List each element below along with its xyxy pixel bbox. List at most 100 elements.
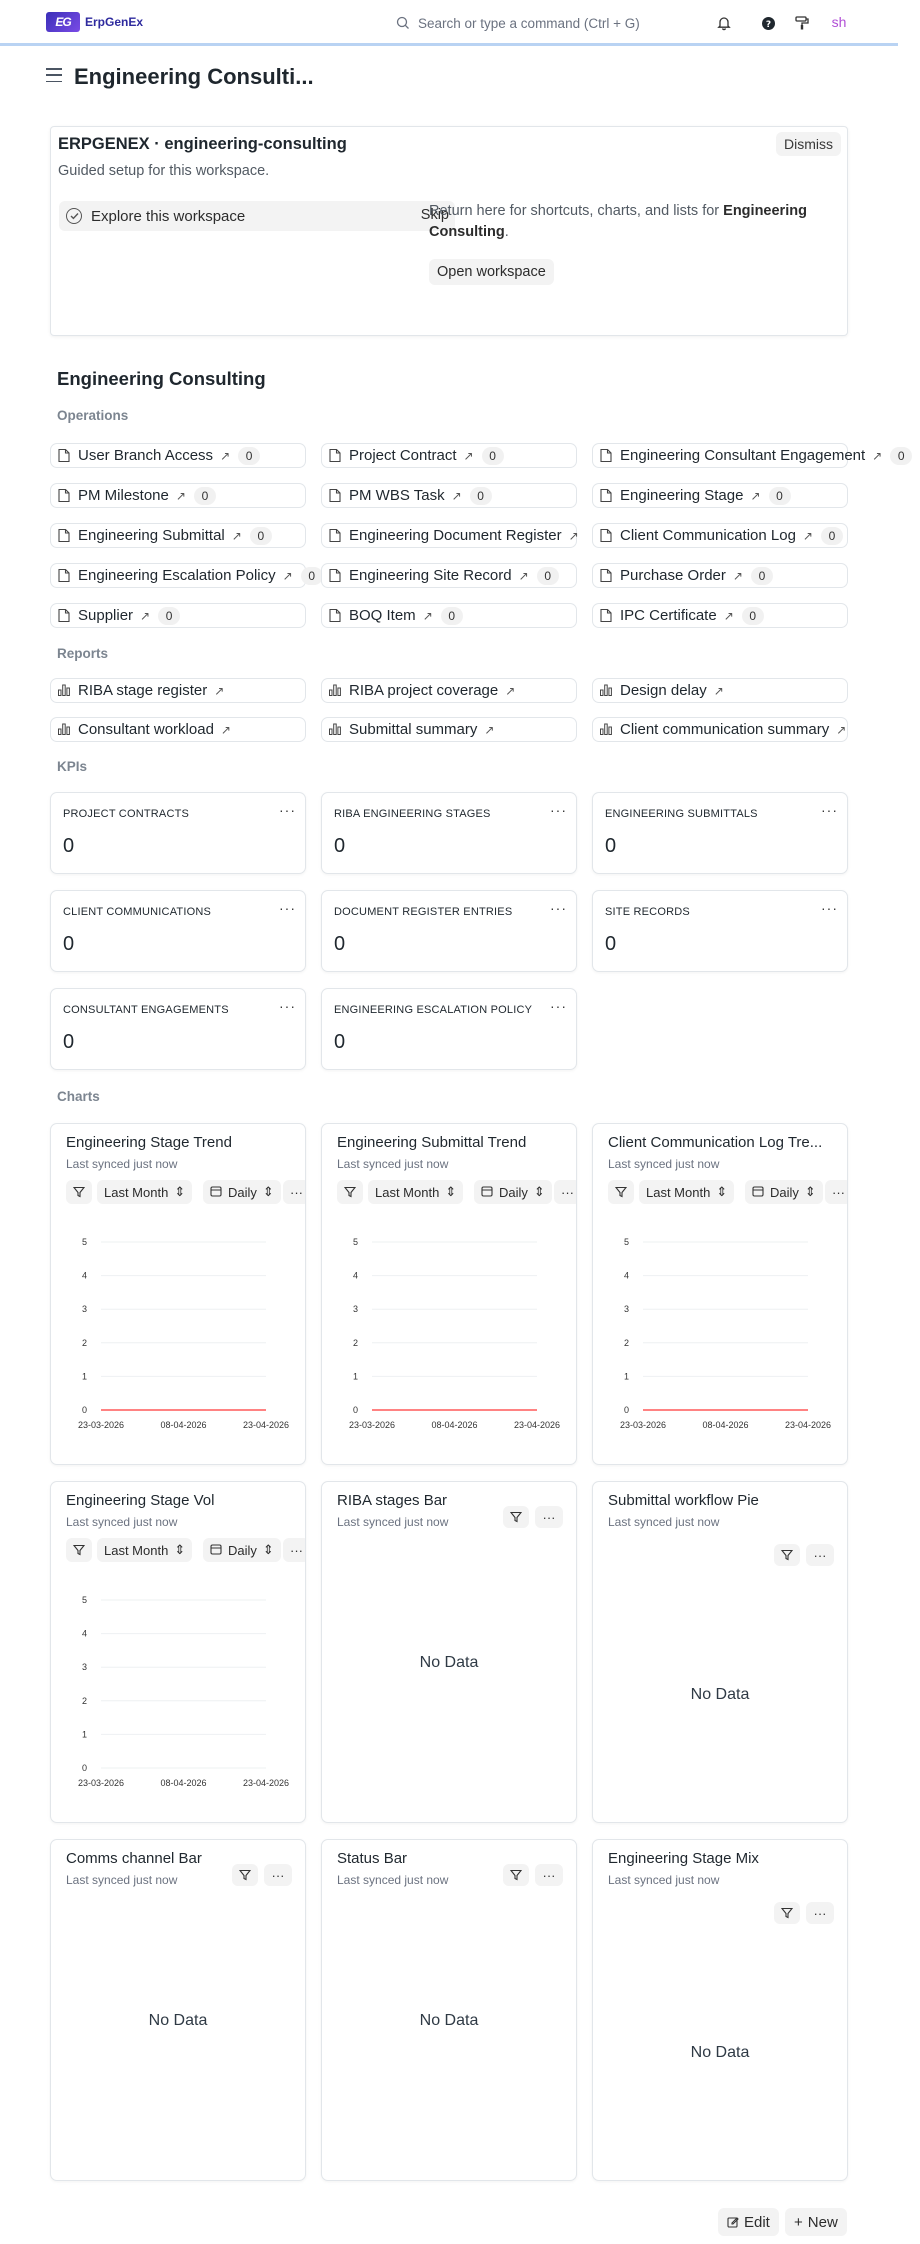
shortcut-item[interactable]: IPC Certificate ↗ 0 bbox=[592, 603, 848, 628]
paint-roller-icon[interactable] bbox=[791, 12, 813, 34]
arrow-up-right-icon: ↗ bbox=[568, 528, 579, 543]
period-select[interactable]: Last Month ⇕ bbox=[97, 1538, 193, 1562]
sidebar-toggle-icon[interactable] bbox=[46, 68, 62, 82]
shortcut-item[interactable]: BOQ Item ↗ 0 bbox=[321, 603, 577, 628]
more-menu-button[interactable]: ··· bbox=[535, 1506, 563, 1528]
navbar: EG ErpGenEx Search or type a command (Ct… bbox=[0, 0, 898, 46]
y-tick-label: 4 bbox=[353, 1271, 358, 1281]
shortcut-item[interactable]: PM WBS Task ↗ 0 bbox=[321, 483, 577, 508]
filter-button[interactable] bbox=[774, 1544, 800, 1566]
x-tick-label: 08-04-2026 bbox=[431, 1420, 477, 1430]
more-menu-button[interactable]: ··· bbox=[535, 1864, 563, 1886]
report-item[interactable]: RIBA stage register ↗ bbox=[50, 678, 306, 703]
report-item[interactable]: RIBA project coverage ↗ bbox=[321, 678, 577, 703]
more-menu-button[interactable]: ··· bbox=[283, 1538, 305, 1562]
sort-arrows-icon: ⇕ bbox=[445, 1184, 457, 1199]
bar-chart-icon bbox=[328, 683, 342, 698]
more-menu-button[interactable]: ··· bbox=[554, 1180, 576, 1204]
filter-button[interactable] bbox=[503, 1506, 529, 1528]
calendar-icon bbox=[752, 1185, 764, 1200]
shortcut-item[interactable]: Engineering Stage ↗ 0 bbox=[592, 483, 848, 508]
report-item[interactable]: Client communication summary ↗ bbox=[592, 717, 848, 742]
kpi-label: SITE RECORDS bbox=[605, 906, 690, 918]
filter-icon bbox=[510, 1511, 522, 1523]
document-icon bbox=[57, 568, 71, 583]
interval-select[interactable]: Daily ⇕ bbox=[745, 1180, 823, 1204]
app-logo[interactable]: EG ErpGenEx bbox=[46, 12, 143, 32]
sort-arrows-icon: ⇕ bbox=[262, 1184, 274, 1199]
chart-card: Engineering Stage Vol Last synced just no… bbox=[50, 1481, 306, 1823]
chart-title: Comms channel Bar bbox=[66, 1850, 202, 1867]
period-select[interactable]: Last Month ⇕ bbox=[368, 1180, 464, 1204]
interval-select-value: Daily bbox=[228, 1184, 257, 1200]
dismiss-button[interactable]: Dismiss bbox=[776, 132, 841, 156]
more-menu-icon[interactable]: ··· bbox=[279, 998, 296, 1014]
onboarding-step[interactable]: Explore this workspace Skip bbox=[59, 201, 455, 231]
no-data-message: No Data bbox=[419, 2012, 479, 2029]
filter-button[interactable] bbox=[337, 1180, 363, 1204]
period-select[interactable]: Last Month ⇕ bbox=[639, 1180, 735, 1204]
report-label: RIBA stage register bbox=[78, 682, 208, 699]
shortcut-item[interactable]: Engineering Site Record ↗ 0 bbox=[321, 563, 577, 588]
more-menu-icon[interactable]: ··· bbox=[821, 802, 838, 818]
y-tick-label: 5 bbox=[353, 1237, 358, 1247]
filter-button[interactable] bbox=[66, 1180, 92, 1204]
line-chart-plot: 0 1 2 3 4 5 23-03-2026 08-04-2026 23-04-2026 bbox=[349, 1237, 560, 1430]
more-menu-button[interactable]: ··· bbox=[806, 1902, 834, 1924]
filter-button[interactable] bbox=[232, 1864, 258, 1886]
filter-button[interactable] bbox=[503, 1864, 529, 1886]
filter-icon bbox=[73, 1544, 85, 1556]
shortcut-item[interactable]: Client Communication Log ↗ 0 bbox=[592, 523, 848, 548]
filter-button[interactable] bbox=[66, 1538, 92, 1562]
shortcut-item[interactable]: PM Milestone ↗ 0 bbox=[50, 483, 306, 508]
more-menu-icon[interactable]: ··· bbox=[279, 900, 296, 916]
kpis-label: KPIs bbox=[57, 759, 88, 774]
report-item[interactable]: Design delay ↗ bbox=[592, 678, 848, 703]
chart-sync-status: Last synced just now bbox=[66, 1515, 178, 1529]
more-menu-icon[interactable]: ··· bbox=[279, 802, 296, 818]
interval-select[interactable]: Daily ⇕ bbox=[474, 1180, 552, 1204]
shortcut-item[interactable]: User Branch Access ↗ 0 bbox=[50, 443, 306, 468]
arrow-up-right-icon: ↗ bbox=[463, 448, 474, 463]
period-select[interactable]: Last Month ⇕ bbox=[97, 1180, 193, 1204]
arrow-up-right-icon: ↗ bbox=[802, 528, 813, 543]
interval-select[interactable]: Daily ⇕ bbox=[203, 1538, 281, 1562]
kpi-label: ENGINEERING SUBMITTALS bbox=[605, 808, 758, 820]
shortcut-item[interactable]: Engineering Submittal ↗ 0 bbox=[50, 523, 306, 548]
shortcut-item[interactable]: Engineering Escalation Policy ↗ 0 bbox=[50, 563, 323, 588]
report-item[interactable]: Submittal summary ↗ bbox=[321, 717, 577, 742]
shortcut-label: Project Contract bbox=[349, 447, 457, 464]
filter-button[interactable] bbox=[608, 1180, 634, 1204]
line-chart-plot: 0 1 2 3 4 5 23-03-2026 08-04-2026 23-04-2026 bbox=[78, 1237, 289, 1430]
bell-icon[interactable] bbox=[713, 12, 735, 34]
more-menu-icon[interactable]: ··· bbox=[550, 998, 567, 1014]
report-item[interactable]: Consultant workload ↗ bbox=[50, 717, 306, 742]
more-menu-button[interactable]: ··· bbox=[264, 1864, 292, 1886]
interval-select[interactable]: Daily ⇕ bbox=[203, 1180, 281, 1204]
sort-arrows-icon: ⇕ bbox=[262, 1542, 274, 1557]
arrow-up-right-icon: ↗ bbox=[836, 722, 847, 737]
shortcut-label: PM WBS Task bbox=[349, 487, 445, 504]
shortcut-item[interactable]: Project Contract ↗ 0 bbox=[321, 443, 577, 468]
avatar[interactable]: sh bbox=[826, 11, 852, 33]
more-menu-icon[interactable]: ··· bbox=[550, 802, 567, 818]
more-menu-icon[interactable]: ··· bbox=[821, 900, 838, 916]
help-icon[interactable]: ? bbox=[757, 12, 779, 34]
edit-button[interactable]: Edit bbox=[718, 2208, 779, 2236]
arrow-up-right-icon: ↗ bbox=[732, 568, 743, 583]
filter-button[interactable] bbox=[774, 1902, 800, 1924]
shortcut-item[interactable]: Supplier ↗ 0 bbox=[50, 603, 306, 628]
search-input[interactable]: Search or type a command (Ctrl + G) bbox=[396, 10, 686, 36]
new-button[interactable]: + New bbox=[785, 2208, 847, 2236]
shortcut-label: User Branch Access bbox=[78, 447, 214, 464]
more-menu-button[interactable]: ··· bbox=[825, 1180, 847, 1204]
more-menu-icon[interactable]: ··· bbox=[550, 900, 567, 916]
more-menu-button[interactable]: ··· bbox=[806, 1544, 834, 1566]
open-workspace-button[interactable]: Open workspace bbox=[429, 259, 554, 285]
more-menu-button[interactable]: ··· bbox=[283, 1180, 305, 1204]
count-badge: 0 bbox=[768, 486, 791, 505]
filter-icon bbox=[510, 1869, 522, 1881]
shortcut-item[interactable]: Engineering Consultant Engagement ↗ 0 bbox=[592, 443, 913, 468]
shortcut-item[interactable]: Engineering Document Register ↗ bbox=[321, 523, 579, 548]
shortcut-item[interactable]: Purchase Order ↗ 0 bbox=[592, 563, 848, 588]
